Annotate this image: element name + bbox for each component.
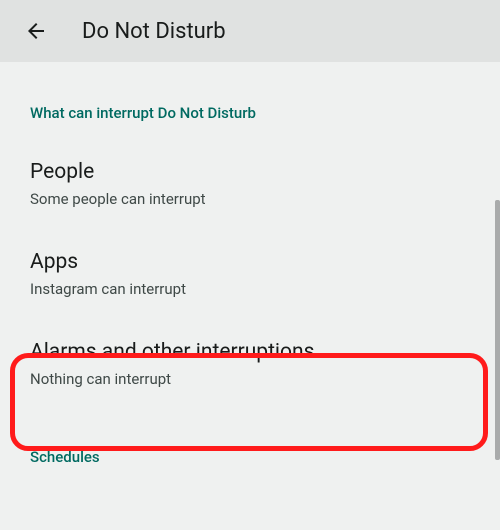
item-title: Alarms and other interruptions — [30, 340, 470, 364]
section-header-interrupt: What can interrupt Do Not Disturb — [0, 62, 500, 140]
page-title: Do Not Disturb — [82, 19, 226, 44]
item-subtitle: Instagram can interrupt — [30, 280, 470, 298]
content-area: What can interrupt Do Not Disturb People… — [0, 62, 500, 484]
scrollbar[interactable] — [495, 200, 500, 460]
item-subtitle: Nothing can interrupt — [30, 370, 470, 388]
item-subtitle: Some people can interrupt — [30, 190, 470, 208]
list-item-alarms[interactable]: Alarms and other interruptions Nothing c… — [0, 320, 500, 410]
item-title: Apps — [30, 250, 470, 274]
app-bar: Do Not Disturb — [0, 0, 500, 62]
section-header-schedules: Schedules — [0, 410, 500, 484]
back-button[interactable] — [16, 11, 56, 51]
arrow-back-icon — [24, 19, 48, 43]
list-item-apps[interactable]: Apps Instagram can interrupt — [0, 230, 500, 320]
list-item-people[interactable]: People Some people can interrupt — [0, 140, 500, 230]
item-title: People — [30, 160, 470, 184]
